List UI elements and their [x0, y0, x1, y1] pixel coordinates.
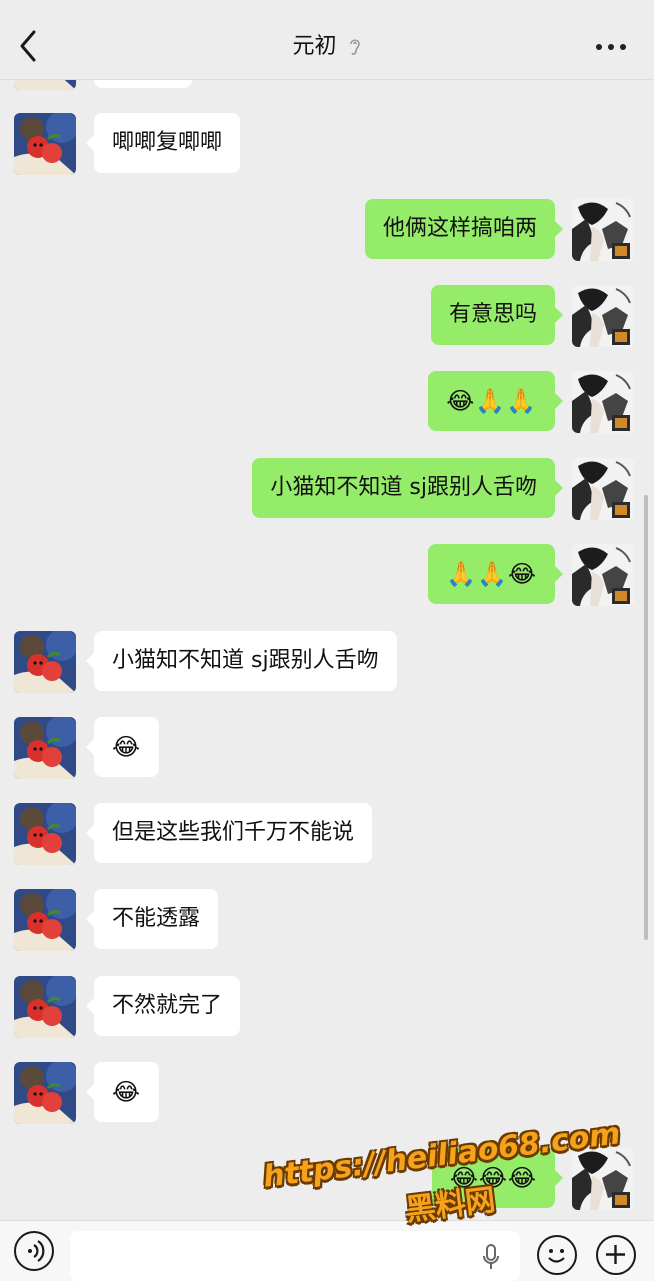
more-button[interactable] [596, 44, 626, 52]
plus-button[interactable] [596, 1235, 636, 1275]
scrollbar[interactable] [644, 495, 648, 940]
message-bubble[interactable]: 小猫知不知道 sj跟别人舌吻 [86, 631, 397, 691]
my-avatar[interactable] [572, 371, 634, 433]
plus-icon [606, 1245, 625, 1264]
contact-avatar[interactable] [14, 803, 76, 865]
sent-message: 😂🙏🙏 [0, 371, 654, 433]
contact-avatar[interactable] [14, 631, 76, 693]
message-input[interactable] [70, 1231, 520, 1281]
voice-button[interactable] [14, 1231, 54, 1271]
sent-message: 他俩这样搞咱两 [0, 199, 654, 261]
received-message: 不能透露 [0, 889, 654, 951]
my-avatar[interactable] [572, 544, 634, 606]
emoji-icon [548, 1249, 565, 1263]
chat-title: 元初 [292, 34, 337, 59]
contact-avatar[interactable] [14, 889, 76, 951]
message-bubble[interactable]: 小猫知不知道 sj跟别人舌吻 [252, 458, 563, 518]
contact-avatar[interactable] [14, 1062, 76, 1124]
sent-message: 小猫知不知道 sj跟别人舌吻 [0, 458, 654, 520]
voice-icon [28, 1240, 45, 1262]
received-message: 小猫知不知道 sj跟别人舌吻 [0, 631, 654, 693]
message-bubble[interactable]: 他俩这样搞咱两 [364, 199, 564, 259]
message-bubble[interactable]: 有意思吗 [430, 285, 564, 345]
received-message: 不然就完了 [0, 976, 654, 1038]
message-bubble[interactable]: 😂 [85, 717, 160, 777]
message-bubble[interactable]: 🙏🙏😂 [428, 544, 563, 604]
my-avatar[interactable] [572, 199, 634, 261]
message-bubble[interactable]: 不然就完了 [85, 976, 241, 1036]
my-avatar[interactable] [572, 1148, 634, 1210]
message-bubble[interactable]: 不能透露 [85, 889, 219, 949]
header-divider [0, 79, 654, 80]
received-message: 😂 [0, 717, 654, 779]
message-bubble[interactable]: 唧唧复唧唧 [85, 113, 241, 173]
received-message: 😂 [0, 1062, 654, 1124]
message-bubble[interactable]: 但是这些我们千万不能说 [85, 803, 373, 863]
message-bubble[interactable]: 😂🙏🙏 [428, 371, 563, 431]
contact-avatar[interactable] [14, 717, 76, 779]
sent-message: 有意思吗 [0, 285, 654, 347]
message-bubble[interactable]: 😂 [85, 1062, 160, 1122]
chat-title-area: 元初 [0, 30, 654, 64]
chat-header: 元初 [0, 0, 654, 80]
input-bar [0, 1220, 654, 1281]
my-avatar[interactable] [572, 458, 634, 520]
emoji-button[interactable] [537, 1235, 577, 1275]
received-message: 但是这些我们千万不能说 [0, 803, 654, 865]
contact-avatar[interactable] [14, 976, 76, 1038]
my-avatar[interactable] [572, 285, 634, 347]
mic-icon[interactable] [482, 1243, 500, 1271]
received-message: 唧唧复唧唧 [0, 113, 654, 175]
contact-avatar[interactable] [14, 113, 76, 175]
sent-message: 🙏🙏😂 [0, 544, 654, 606]
ear-muted-icon [349, 39, 360, 55]
